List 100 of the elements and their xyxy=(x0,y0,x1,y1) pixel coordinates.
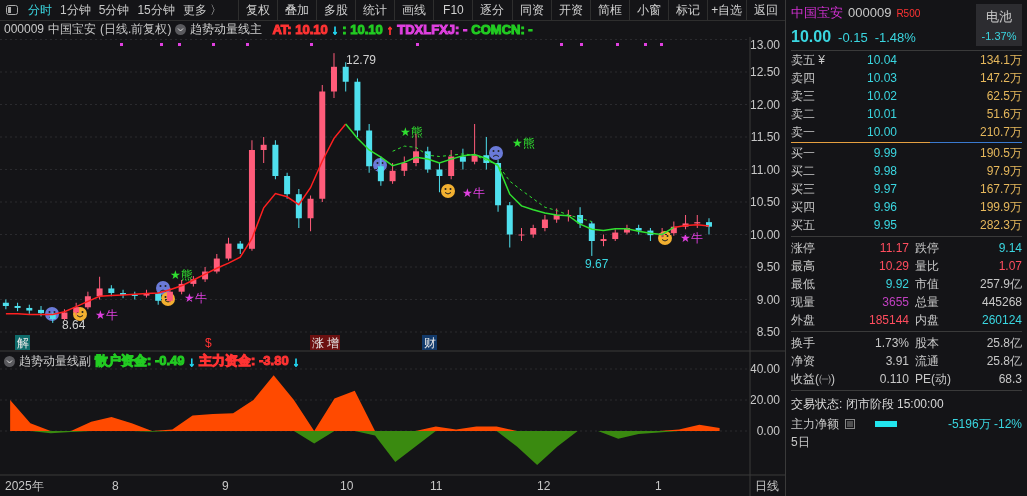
stat-label: 市值 xyxy=(915,276,940,293)
candlestick xyxy=(260,136,267,164)
legend-value: COMCN: - xyxy=(471,21,533,37)
row-label: 5日 xyxy=(791,434,811,451)
candlestick xyxy=(588,221,595,257)
period-tab[interactable]: 15分钟 xyxy=(133,1,179,19)
axis-label: 10.50 xyxy=(749,195,780,209)
toolbar-button[interactable]: 逐分 xyxy=(472,0,512,20)
toolbar-button[interactable]: 统计 xyxy=(355,0,395,20)
stat-label: 换手 xyxy=(791,335,816,352)
event-label: 财 xyxy=(424,336,436,350)
toolbar-button[interactable]: 多股 xyxy=(316,0,356,20)
stat-label: 最低 xyxy=(791,276,816,293)
axis-label: 0.00 xyxy=(756,424,780,438)
price-change-percent: -1.48% xyxy=(874,30,916,45)
stat-label: 现量 xyxy=(791,294,816,311)
signal-label: ★熊 xyxy=(400,125,423,139)
date-label: 2025年 xyxy=(5,479,44,493)
trading-status: 交易状态: 闭市阶段 15:00:00 xyxy=(791,396,945,413)
toolbar-button[interactable]: 返回 xyxy=(745,0,785,20)
toolbar-button[interactable]: 复权 xyxy=(238,0,278,20)
toolbar-button[interactable]: 同资 xyxy=(511,0,551,20)
candlestick xyxy=(225,237,232,261)
axis-label: 13.00 xyxy=(749,38,780,52)
stat-value: 3.91 xyxy=(884,353,909,370)
signal-label: ★熊 xyxy=(170,268,193,282)
legend-value: : 10.10 xyxy=(342,21,383,37)
legend-value: ↓ xyxy=(292,353,300,369)
period-tab[interactable]: 5分钟 xyxy=(94,1,134,19)
toolbar-button[interactable]: 标记 xyxy=(667,0,707,20)
candlestick xyxy=(541,214,548,232)
bid-price: 9.97 xyxy=(872,181,897,198)
date-label: 11 xyxy=(430,479,443,493)
toolbar-button[interactable]: 画线 xyxy=(394,0,434,20)
ask-label: 卖五 ¥ xyxy=(791,52,826,69)
legend-value: TDXLFXJ: - xyxy=(397,21,468,37)
stat-value: 185144 xyxy=(867,312,909,329)
axis-label: 20.00 xyxy=(749,393,780,407)
toolbar-button[interactable]: 小窗 xyxy=(628,0,668,20)
signal-label: ★牛 xyxy=(680,231,703,245)
bid-volume: 97.9万 xyxy=(985,163,1022,180)
stock-code: 000009 xyxy=(848,5,892,20)
list-icon[interactable] xyxy=(845,419,855,429)
candlestick xyxy=(96,276,103,300)
toolbar-button[interactable]: 简框 xyxy=(589,0,629,20)
stat-value: 9.14 xyxy=(997,240,1022,257)
stat-value: 11.17 xyxy=(878,240,909,257)
period-tab[interactable]: 1分钟 xyxy=(56,1,95,19)
bid-price: 9.96 xyxy=(872,199,897,216)
stat-label: 外盘 xyxy=(791,312,816,329)
flow-bar xyxy=(875,421,897,427)
stat-label: 跌停 xyxy=(915,240,940,257)
toolbar-button[interactable]: +自选 xyxy=(706,0,746,20)
panel-icon[interactable] xyxy=(6,5,18,15)
candlestick xyxy=(2,299,9,310)
ask-volume: 51.6万 xyxy=(985,106,1022,123)
price-label: 12.79 xyxy=(346,53,377,67)
date-label: 10 xyxy=(340,479,354,493)
axis-label: 10.00 xyxy=(749,227,780,242)
ask-volume: 62.5万 xyxy=(985,88,1022,105)
last-price: 10.00 xyxy=(791,28,832,46)
ask-label: 卖三 xyxy=(791,88,816,105)
bid-price: 9.99 xyxy=(872,145,897,162)
axis-label: 9.50 xyxy=(756,260,780,274)
stat-value: 25.8亿 xyxy=(985,353,1022,370)
toolbar-button[interactable]: F10 xyxy=(433,0,473,20)
stat-label: 股本 xyxy=(915,335,940,352)
stat-value: 25.8亿 xyxy=(985,335,1022,352)
frown-icon xyxy=(489,146,503,160)
toolbar-button[interactable]: 叠加 xyxy=(277,0,317,20)
collapse-icon[interactable] xyxy=(175,23,187,35)
candlestick xyxy=(448,149,455,180)
ask-price: 10.02 xyxy=(865,88,897,105)
ask-label: 卖一 xyxy=(791,124,816,141)
candlestick xyxy=(389,162,396,185)
bid-label: 买二 xyxy=(791,163,816,180)
smiley-icon xyxy=(441,184,455,198)
stat-label: 流通 xyxy=(915,353,940,370)
indicator-name: 趋势动量线主 xyxy=(190,20,263,38)
ask-price: 10.01 xyxy=(865,106,897,123)
stat-value: 68.3 xyxy=(997,371,1022,388)
toolbar-button[interactable]: 开资 xyxy=(550,0,590,20)
event-label: 增 xyxy=(327,336,339,350)
price-label: 9.67 xyxy=(585,257,609,271)
more-tab[interactable]: 更多 〉 xyxy=(178,1,227,19)
axis-label: 11.00 xyxy=(750,162,780,177)
stat-value: 10.29 xyxy=(877,258,909,275)
sector-card[interactable]: 电池 -1.37% xyxy=(976,4,1022,46)
stock-name: 中国宝安 xyxy=(791,4,843,22)
bid-price: 9.95 xyxy=(872,217,897,234)
flow-label: 主力净额 xyxy=(791,416,839,433)
rating-label: R500 xyxy=(896,8,921,19)
axis-label: 40.00 xyxy=(749,362,780,376)
period-tab[interactable]: 分时 xyxy=(24,1,56,19)
stat-value: 0.110 xyxy=(878,371,909,388)
candlestick xyxy=(436,162,443,193)
stat-label: 内盘 xyxy=(915,312,940,329)
collapse-icon[interactable] xyxy=(4,355,15,367)
stat-value: 3655 xyxy=(881,294,909,311)
price-change: -0.15 xyxy=(838,30,868,45)
